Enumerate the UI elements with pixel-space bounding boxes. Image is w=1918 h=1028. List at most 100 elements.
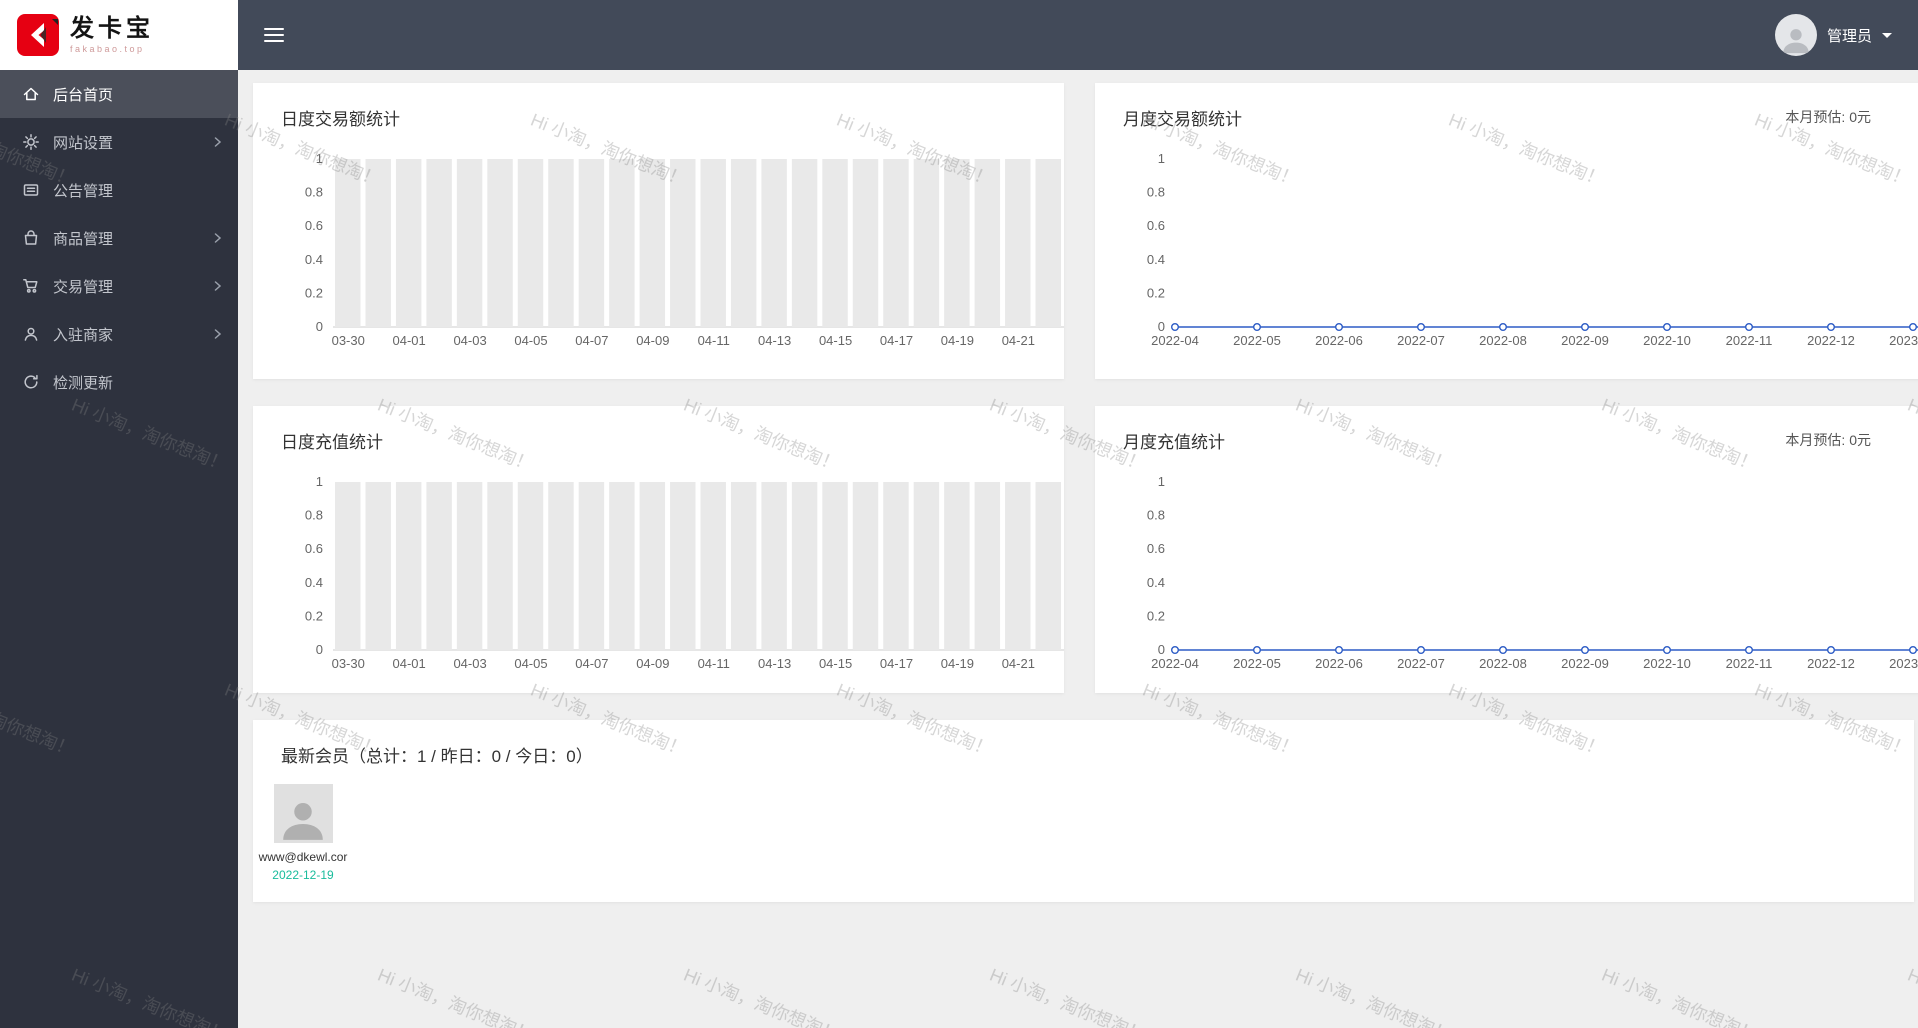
svg-text:2022-12: 2022-12 <box>1807 333 1855 348</box>
announcement-icon <box>23 184 39 196</box>
svg-text:2022-04: 2022-04 <box>1151 333 1199 348</box>
chevron-right-icon <box>214 281 222 291</box>
caret-down-icon <box>1882 32 1892 38</box>
svg-text:2022-08: 2022-08 <box>1479 656 1527 671</box>
svg-text:2022-07: 2022-07 <box>1397 333 1445 348</box>
svg-text:0.8: 0.8 <box>1147 508 1165 523</box>
watermark-text: Hi 小淘，淘你想淘！ <box>986 964 1149 1028</box>
daily-recharge-card: 日度充值统计 0 0.2 0.4 0.6 0.8 1 03-30 04-01 04-03 04-0… <box>253 406 1064 693</box>
svg-text:2022-06: 2022-06 <box>1315 333 1363 348</box>
member-name: www@dkewl.cor <box>258 850 348 864</box>
card-title: 月度交易额统计 <box>1123 110 1242 129</box>
svg-text:1: 1 <box>1158 151 1165 166</box>
member-item[interactable]: www@dkewl.cor 2022-12-19 <box>258 784 348 882</box>
svg-text:0.8: 0.8 <box>305 185 323 200</box>
sidebar-item-home[interactable]: 后台首页 <box>0 70 238 118</box>
svg-text:2022-09: 2022-09 <box>1561 656 1609 671</box>
svg-text:2022-10: 2022-10 <box>1643 656 1691 671</box>
brand-logo[interactable]: 发卡宝 fakabao.top <box>0 0 238 70</box>
svg-text:0.4: 0.4 <box>305 252 323 267</box>
brand-name: 发卡宝 <box>70 14 154 42</box>
svg-text:04-09: 04-09 <box>636 333 669 348</box>
svg-text:2023-01: 2023-01 <box>1889 656 1918 671</box>
svg-text:0.8: 0.8 <box>305 508 323 523</box>
svg-text:0.8: 0.8 <box>1147 185 1165 200</box>
svg-text:2022-07: 2022-07 <box>1397 656 1445 671</box>
main-content: 日度交易额统计 0 0.2 0.4 0.6 0.8 1 03-30 04-01 04-03 04-… <box>238 70 1918 902</box>
svg-text:04-07: 04-07 <box>575 656 608 671</box>
sidebar-item-label: 检测更新 <box>53 374 114 392</box>
svg-text:2022-05: 2022-05 <box>1233 656 1281 671</box>
members-title: 最新会员（总计：1 / 昨日：0 / 今日：0） <box>281 747 593 766</box>
monthly-recharge-card: 月度充值统计 本月预估: 0元 0 0.2 0.4 0.6 0.8 1 2022-04 202… <box>1095 406 1918 693</box>
menu-toggle-button[interactable] <box>264 24 284 46</box>
svg-text:04-19: 04-19 <box>941 333 974 348</box>
chevron-right-icon <box>214 233 222 243</box>
card-title: 日度交易额统计 <box>281 110 400 129</box>
monthly-trade-chart: 0 0.2 0.4 0.6 0.8 1 2022-04 2022-05 2022-06 2022-… <box>1147 151 1918 348</box>
refresh-icon <box>24 374 38 389</box>
svg-text:2022-09: 2022-09 <box>1561 333 1609 348</box>
svg-text:0.6: 0.6 <box>305 218 323 233</box>
bag-icon <box>24 230 38 245</box>
svg-text:0: 0 <box>316 642 323 657</box>
sidebar-item-label: 入驻商家 <box>53 326 114 344</box>
svg-text:04-03: 04-03 <box>453 333 486 348</box>
sidebar-item-merchants[interactable]: 入驻商家 <box>0 310 238 358</box>
svg-text:0.6: 0.6 <box>305 541 323 556</box>
svg-text:2022-12: 2022-12 <box>1807 656 1855 671</box>
sidebar-item-label: 后台首页 <box>53 86 114 104</box>
daily-trade-chart: 0 0.2 0.4 0.6 0.8 1 03-30 04-01 04-03 04-05 04-07 0… <box>305 151 1064 348</box>
latest-members-card: 最新会员（总计：1 / 昨日：0 / 今日：0） www@dkewl.cor 2… <box>253 720 1914 902</box>
user-avatar <box>1774 14 1817 56</box>
svg-text:04-15: 04-15 <box>819 333 852 348</box>
svg-text:2022-06: 2022-06 <box>1315 656 1363 671</box>
sidebar-item-transactions[interactable]: 交易管理 <box>0 262 238 310</box>
svg-text:03-30: 03-30 <box>332 333 365 348</box>
card-title: 日度充值统计 <box>281 433 383 452</box>
sidebar-item-products[interactable]: 商品管理 <box>0 214 238 262</box>
svg-text:04-17: 04-17 <box>880 333 913 348</box>
person-silhouette-icon <box>1783 29 1809 54</box>
watermark-text: Hi 小淘，淘你想淘！ <box>1292 964 1455 1028</box>
svg-text:2022-11: 2022-11 <box>1726 656 1773 671</box>
daily-recharge-chart: 0 0.2 0.4 0.6 0.8 1 03-30 04-01 04-03 04-05 04-07 0… <box>305 474 1064 671</box>
svg-text:04-21: 04-21 <box>1002 333 1035 348</box>
chevron-right-icon <box>214 137 222 147</box>
sidebar-item-check-update[interactable]: 检测更新 <box>0 358 238 406</box>
svg-text:04-05: 04-05 <box>514 333 547 348</box>
user-name: 管理员 <box>1826 27 1872 45</box>
svg-text:0.2: 0.2 <box>305 608 323 623</box>
svg-text:0.6: 0.6 <box>1147 541 1165 556</box>
sidebar: 发卡宝 fakabao.top 后台首页 网站设置 公告管理 商品管理 交易管理… <box>0 0 238 1028</box>
svg-text:04-17: 04-17 <box>880 656 913 671</box>
sidebar-item-announcements[interactable]: 公告管理 <box>0 166 238 214</box>
svg-text:0.4: 0.4 <box>305 575 323 590</box>
svg-text:2022-10: 2022-10 <box>1643 333 1691 348</box>
svg-text:0.4: 0.4 <box>1147 252 1165 267</box>
home-icon <box>23 87 39 101</box>
svg-text:04-21: 04-21 <box>1002 656 1035 671</box>
sidebar-item-label: 网站设置 <box>53 134 114 152</box>
user-icon <box>24 327 38 341</box>
sidebar-item-site-settings[interactable]: 网站设置 <box>0 118 238 166</box>
member-join-date[interactable]: 2022-12-19 <box>258 868 348 882</box>
svg-text:0.2: 0.2 <box>1147 285 1165 300</box>
member-avatar <box>273 784 333 843</box>
svg-text:04-01: 04-01 <box>393 656 426 671</box>
svg-text:04-07: 04-07 <box>575 333 608 348</box>
svg-text:0: 0 <box>316 319 323 334</box>
brand-domain: fakabao.top <box>70 44 145 55</box>
svg-text:04-13: 04-13 <box>758 333 791 348</box>
svg-text:03-30: 03-30 <box>332 656 365 671</box>
svg-text:04-11: 04-11 <box>698 656 730 671</box>
watermark-text: Hi 小淘，淘你想淘！ <box>1904 964 1918 1028</box>
user-menu[interactable]: 管理员 <box>1774 14 1892 56</box>
sidebar-item-label: 公告管理 <box>53 182 114 200</box>
charts-row-2: 日度充值统计 0 0.2 0.4 0.6 0.8 1 03-30 04-01 04-03 04-0… <box>253 406 1918 693</box>
monthly-estimate: 本月预估: 0元 <box>1785 432 1871 448</box>
chevron-right-icon <box>214 329 222 339</box>
svg-text:04-05: 04-05 <box>514 656 547 671</box>
svg-text:2022-11: 2022-11 <box>1726 333 1773 348</box>
watermark-text: Hi 小淘，淘你想淘！ <box>680 964 843 1028</box>
